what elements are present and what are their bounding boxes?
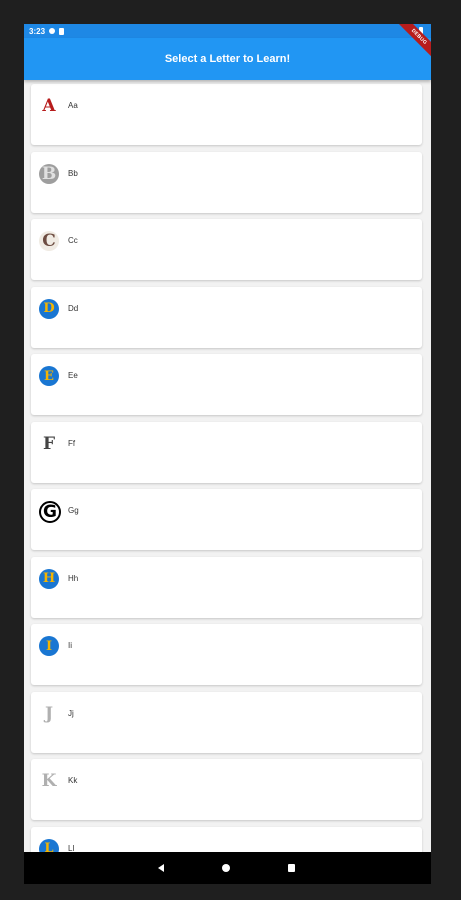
sim-icon (59, 27, 65, 35)
letter-card-label: Hh (68, 573, 79, 583)
letter-card-hh[interactable]: H Hh (31, 556, 422, 618)
letter-j-icon: J (44, 703, 54, 724)
system-nav-bar (24, 852, 431, 884)
letter-g-icon: G (39, 501, 61, 523)
letter-f-icon: F (42, 433, 56, 454)
letter-card-label: Ll (68, 843, 75, 853)
letter-h-icon: H (39, 568, 59, 589)
letter-card-cc[interactable]: C Cc (31, 219, 422, 280)
letter-card-gg[interactable]: G Gg (31, 489, 422, 550)
app-bar-title: Select a Letter to Learn! (164, 53, 291, 65)
letter-list[interactable]: A Aa B Bb C Cc D Dd E Ee F Ff G Gg H Hh I Ii J Jj K Kk L Ll (24, 80, 431, 852)
letter-card-label: Ee (68, 371, 78, 380)
letter-d-icon: D (39, 298, 59, 319)
letter-card-label: Bb (68, 168, 78, 178)
back-icon[interactable] (158, 864, 164, 872)
letter-card-label: Dd (68, 303, 79, 313)
letter-e-icon: E (39, 366, 59, 386)
letter-card-bb[interactable]: B Bb (31, 151, 422, 213)
letter-card-aa[interactable]: A Aa (31, 84, 422, 145)
status-bar: 3:23 (24, 24, 431, 38)
letter-card-kk[interactable]: K Kk (31, 759, 422, 820)
letter-card-ii[interactable]: I Ii (31, 624, 422, 685)
letter-b-icon: B (39, 163, 59, 184)
letter-card-ee[interactable]: E Ee (31, 354, 422, 415)
phone-screen: 3:23 DEBUG Select a Letter to Learn! A Aa… (24, 24, 431, 884)
letter-k-icon: K (41, 771, 57, 791)
notification-icon (49, 28, 56, 34)
home-icon[interactable] (222, 864, 230, 872)
letter-card-label: Kk (68, 776, 78, 785)
letter-a-icon: A (42, 96, 56, 116)
status-time: 3:23 (29, 26, 46, 36)
letter-card-label: Ii (68, 641, 72, 650)
recents-icon[interactable] (288, 864, 295, 872)
letter-card-label: Cc (68, 236, 78, 245)
letter-card-ff[interactable]: F Ff (31, 421, 422, 483)
letter-card-jj[interactable]: J Jj (31, 691, 422, 753)
letter-card-label: Gg (68, 506, 79, 515)
app-bar: Select a Letter to Learn! (24, 38, 431, 80)
letter-i-icon: I (39, 636, 59, 656)
letter-c-icon: C (39, 231, 59, 251)
letter-l-icon: L (39, 838, 59, 852)
letter-card-dd[interactable]: D Dd (31, 286, 422, 348)
letter-card-label: Ff (68, 438, 76, 448)
letter-card-label: Jj (68, 708, 74, 718)
letter-card-ll[interactable]: L Ll (31, 826, 422, 853)
letter-card-label: Aa (68, 101, 78, 110)
